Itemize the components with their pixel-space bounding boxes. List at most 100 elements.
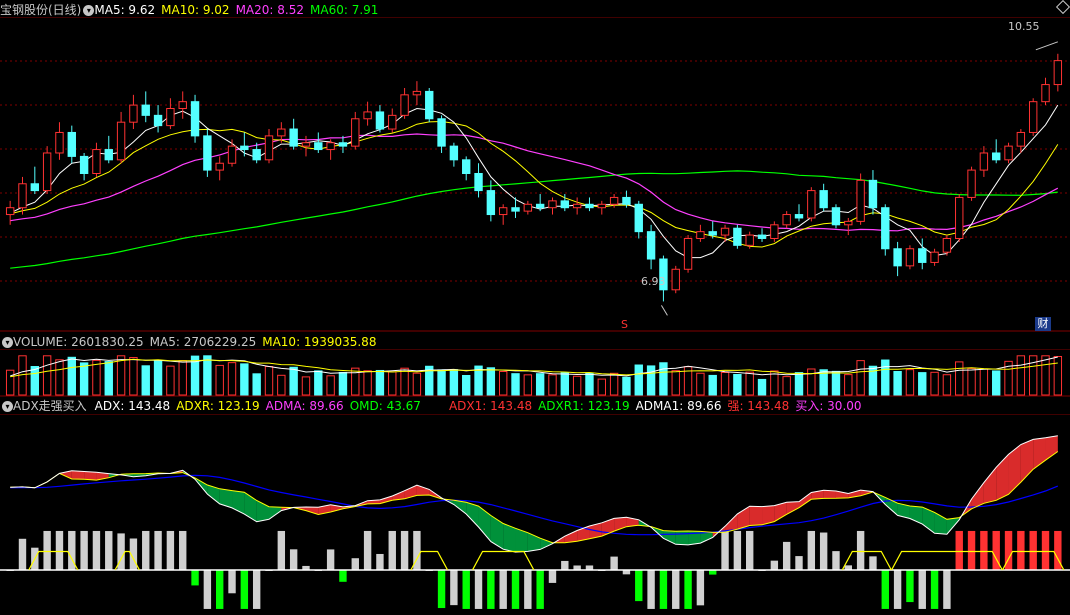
adx-histogram-bar (326, 549, 335, 570)
adx-histogram-bar (832, 551, 840, 570)
volume-bar (92, 359, 101, 396)
candle-body (240, 145, 249, 151)
adx-histogram-bar (511, 569, 520, 609)
volume-bar (548, 374, 557, 396)
candle-body (400, 94, 409, 116)
low-price-label: 6.93 (641, 275, 666, 288)
candle-body (42, 152, 52, 192)
adma-label: ADMA: 89.66 (265, 399, 344, 413)
volume-bar (881, 359, 890, 396)
candle-body (1041, 84, 1050, 103)
volume-bar (634, 364, 643, 396)
s-marker[interactable]: S (621, 318, 628, 331)
adx-fill-segment (983, 467, 997, 504)
volume-bar (42, 355, 52, 396)
candle-body (264, 135, 274, 161)
adx-histogram-bar (943, 569, 951, 609)
volume-bar (55, 359, 64, 396)
adx-histogram-bar (893, 569, 902, 609)
adx-histogram-bar (1017, 530, 1025, 570)
adx-histogram-bar (154, 530, 162, 570)
adx-histogram-bar (80, 530, 88, 570)
adx-histogram-bar (474, 569, 483, 609)
adx-histogram-bar (388, 530, 396, 570)
volume-bar (1016, 355, 1026, 396)
volume-bar (893, 370, 902, 396)
candle-body (301, 142, 311, 147)
adx-menu-icon[interactable]: ▾ (2, 401, 13, 412)
volume-bar (856, 360, 865, 396)
adx-histogram-bar (906, 569, 914, 603)
volume-bar (498, 370, 508, 396)
volume-bar (844, 374, 853, 396)
volume-bar (314, 370, 323, 396)
candle-body (388, 114, 397, 130)
candle-body (203, 135, 212, 171)
candle-body (486, 190, 496, 216)
adx-histogram-bar (807, 530, 816, 570)
candle-body (671, 268, 680, 291)
candle-body (683, 237, 693, 270)
volume-bar (535, 373, 545, 396)
candle-body (745, 234, 754, 246)
volume-bar (671, 370, 680, 396)
adx-chart (0, 414, 1070, 609)
candle-body (757, 234, 767, 239)
candle-body (535, 203, 545, 209)
adx-histogram-bar (203, 569, 212, 609)
low-pointer (660, 305, 668, 316)
volume-bar (388, 371, 397, 396)
candle-body (794, 214, 804, 219)
candle-body (511, 207, 520, 212)
adx-histogram-bar (1029, 530, 1037, 570)
volume-menu-icon[interactable]: ▾ (2, 337, 13, 348)
candle-body (30, 183, 40, 192)
adx-histogram-bar (450, 569, 458, 606)
volume-bar (523, 374, 533, 396)
panel-toggle-icon[interactable] (1055, 0, 1070, 15)
candle-body (92, 149, 101, 175)
adx-fill-segment (478, 506, 491, 542)
buy-label: 买入: 30.00 (795, 399, 862, 413)
adx-histogram-bar (733, 530, 742, 570)
candle-body (498, 207, 508, 216)
candle-body (646, 231, 656, 260)
adx-histogram-bar (105, 531, 113, 570)
candle-body (326, 142, 335, 151)
volume-bar (166, 365, 175, 396)
adx-fill-segment (823, 490, 836, 499)
adx-histogram-bar (18, 538, 27, 570)
adx-histogram-bar (610, 556, 618, 570)
adx-histogram-bar (166, 530, 175, 570)
volume-bar (240, 363, 249, 396)
volume-value-label: VOLUME: 2601830.25 (13, 335, 144, 349)
candle-body (881, 207, 890, 250)
volume-bar (5, 369, 15, 396)
volume-ma10-label: MA10: 1939035.88 (262, 335, 377, 349)
adma1-label: ADMA1: 89.66 (635, 399, 722, 413)
volume-chart (0, 349, 1070, 397)
candle-body (116, 121, 126, 161)
candle-body (55, 131, 64, 154)
candle-body (474, 173, 483, 192)
indicator-menu-icon[interactable]: ▾ (83, 5, 95, 16)
stock-name: 宝钢股份(日线) (0, 3, 82, 17)
volume-bar (979, 368, 989, 396)
candle-body (708, 231, 717, 236)
adx-histogram-bar (561, 560, 569, 570)
volume-bar (659, 362, 668, 396)
candle-body (178, 101, 187, 110)
candle-body (363, 111, 372, 120)
candle-body (252, 149, 261, 161)
volume-bar (326, 375, 335, 396)
adx-histogram-bar (216, 569, 224, 609)
adx-histogram-bar (228, 569, 236, 594)
volume-bar (572, 375, 582, 396)
volume-bar (918, 372, 927, 396)
adxr-label: ADXR: 123.19 (176, 399, 260, 413)
finance-marker[interactable]: 财 (1035, 317, 1051, 331)
volume-bar (720, 371, 730, 396)
volume-legend: ▾ VOLUME: 2601830.25 MA5: 2706229.25 MA10: … (0, 334, 376, 350)
buy-signal-marker (472, 550, 535, 571)
adx-histogram-bar (819, 532, 828, 570)
